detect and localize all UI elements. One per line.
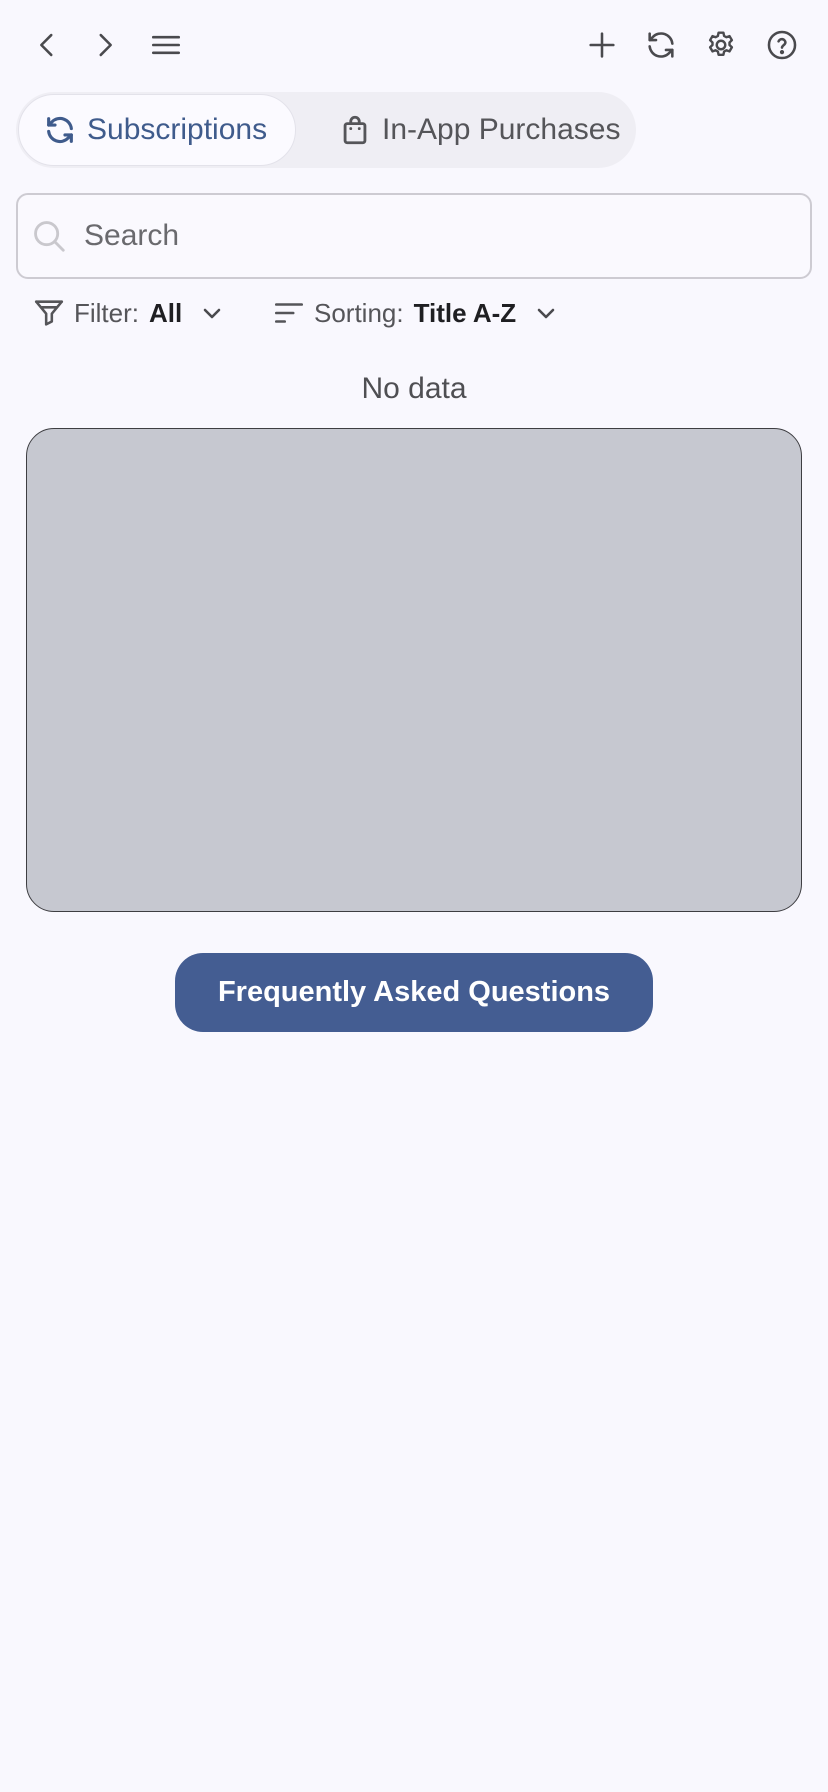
chevron-left-icon <box>40 33 53 57</box>
chevron-right-icon <box>99 33 112 57</box>
refresh-button[interactable] <box>638 22 684 68</box>
filter-dropdown[interactable]: Filter: All <box>32 290 224 336</box>
sort-icon <box>274 303 304 323</box>
chevron-down-icon <box>203 308 221 319</box>
funnel-icon <box>34 300 64 326</box>
shopping-bag-icon <box>343 115 367 145</box>
search-input[interactable] <box>84 209 784 263</box>
menu-icon <box>151 35 181 55</box>
filter-value: All <box>149 297 183 328</box>
tab-label: Subscriptions <box>87 113 268 146</box>
faq-button[interactable]: Frequently Asked Questions <box>175 953 653 1032</box>
sorting-label: Sorting: <box>314 297 404 328</box>
chevron-down-icon <box>537 308 555 319</box>
filter-label: Filter: <box>74 297 139 328</box>
refresh-icon <box>648 32 674 58</box>
refresh-icon <box>47 116 73 144</box>
empty-state-text: No data <box>361 372 467 405</box>
sorting-value: Title A-Z <box>413 297 517 328</box>
settings-button[interactable] <box>698 22 744 68</box>
segmented-tabs: Subscriptions In-App Purchases <box>16 92 636 168</box>
menu-button[interactable] <box>143 22 189 68</box>
back-button[interactable] <box>24 22 70 68</box>
tab-subscriptions[interactable]: Subscriptions <box>18 94 296 166</box>
search-icon <box>34 221 65 252</box>
forward-button[interactable] <box>82 22 128 68</box>
empty-state-placeholder <box>26 428 802 912</box>
filter-sort-row: Filter: All Sorting: Title A-Z <box>0 290 828 336</box>
tab-label: In-App Purchases <box>382 113 621 146</box>
sorting-dropdown[interactable]: Sorting: Title A-Z <box>272 290 558 336</box>
plus-icon <box>589 32 615 58</box>
search-box <box>16 193 812 279</box>
top-toolbar <box>0 0 828 90</box>
gear-icon <box>708 31 734 56</box>
help-circle-icon <box>767 30 797 60</box>
tab-in-app-purchases[interactable]: In-App Purchases <box>306 94 626 166</box>
help-button[interactable] <box>759 22 805 68</box>
add-button[interactable] <box>579 22 625 68</box>
